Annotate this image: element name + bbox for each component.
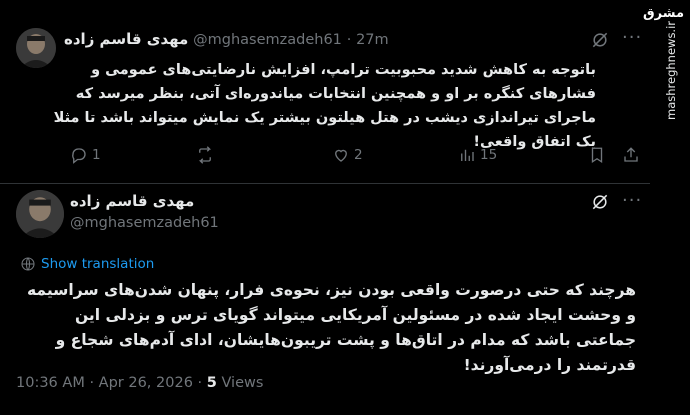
grok-icon[interactable] (590, 192, 610, 212)
focused-tweet: مهدی قاسم زاده @mghasemzadeh61 ··· Show … (0, 184, 650, 415)
site-url: mashreghnews.ir (664, 20, 678, 120)
author-name[interactable]: مهدی قاسم زاده (64, 30, 188, 48)
tweet-actions: 1 2 15 (70, 146, 642, 166)
show-translation-label[interactable]: Show translation (41, 256, 154, 272)
views-count: 5 (206, 375, 217, 391)
bookmark-icon (591, 147, 603, 164)
tweet-time[interactable]: 10:36 AM (16, 375, 85, 391)
separator: · (346, 32, 352, 48)
views-button[interactable]: 15 (458, 146, 497, 164)
tweet-meta: 10:36 AM · Apr 26, 2026 · 5 Views (16, 375, 263, 391)
like-count: 2 (354, 147, 363, 163)
more-icon[interactable]: ··· (622, 29, 642, 47)
retweet-icon (198, 146, 212, 164)
grok-icon[interactable] (590, 30, 610, 50)
watermark-site: mashreghnews.ir (664, 20, 678, 410)
views-label: Views (221, 375, 264, 391)
reply-button[interactable]: 1 (70, 146, 101, 164)
author-handle[interactable]: @mghasemzadeh61 (193, 32, 342, 48)
timeline-tweet[interactable]: مهدی قاسم زاده @mghasemzadeh61 · 27m ···… (0, 0, 650, 184)
tweet-date[interactable]: Apr 26, 2026 (99, 375, 193, 391)
tweet-text: باتوجه به کاهش شدید محبوبیت ترامپ، افزای… (53, 62, 596, 150)
like-button[interactable]: 2 (332, 146, 363, 164)
tweet-text: هرچند که حتی درصورت واقعی بودن نیز، نحوه… (27, 281, 636, 374)
separator: · (89, 375, 95, 391)
globe-icon (21, 257, 35, 271)
mashregh-logo: مشرق (643, 6, 684, 21)
views-count: 15 (480, 147, 498, 163)
author-name[interactable]: مهدی قاسم زاده (70, 192, 194, 210)
share-icon (624, 147, 638, 162)
reply-count: 1 (92, 147, 101, 163)
reply-icon (72, 148, 86, 164)
bookmark-button[interactable] (588, 146, 606, 164)
avatar[interactable] (16, 190, 64, 238)
separator: · (197, 375, 203, 391)
views-chart-icon (461, 149, 474, 161)
retweet-button[interactable] (196, 146, 218, 164)
author-handle[interactable]: @mghasemzadeh61 (70, 215, 219, 231)
more-icon[interactable]: ··· (622, 192, 642, 210)
heart-icon (335, 149, 347, 162)
show-translation-link[interactable]: Show translation (20, 256, 154, 272)
share-button[interactable] (622, 146, 640, 164)
tweet-time[interactable]: 27m (356, 32, 389, 48)
tweet-header: مهدی قاسم زاده @mghasemzadeh61 · 27m (64, 30, 634, 48)
